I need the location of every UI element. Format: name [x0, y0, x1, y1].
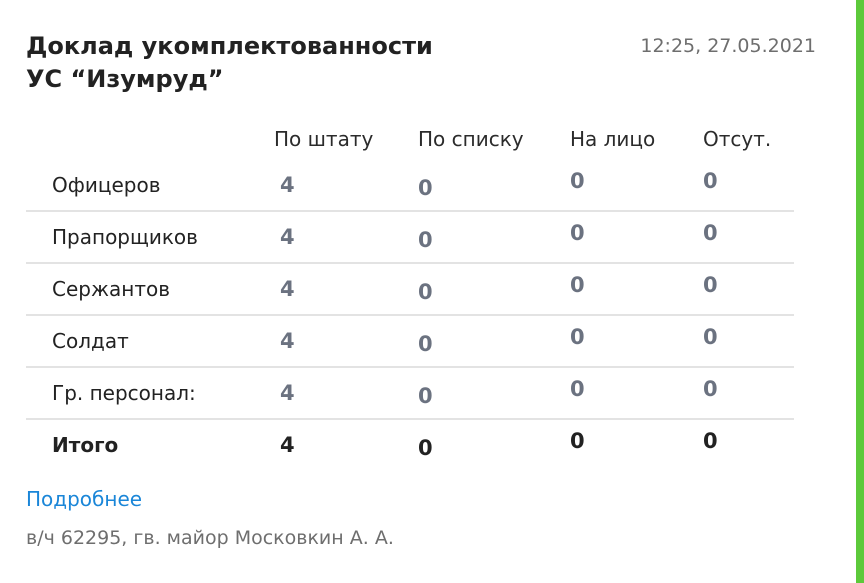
table-row: Прапорщиков 4 0 0 0 [26, 211, 794, 263]
table-row: Гр. персонал: 4 0 0 0 [26, 367, 794, 419]
header-by-list: По списку [418, 127, 524, 151]
header-absent: Отсут. [703, 127, 772, 151]
table-row: Солдат 4 0 0 0 [26, 315, 794, 367]
status-accent-bar [856, 0, 864, 583]
total-label: Итого [52, 433, 119, 457]
value-by-list: 0 [418, 228, 433, 252]
value-by-list: 0 [418, 176, 433, 200]
value-present: 0 [570, 273, 585, 297]
row-label: Гр. персонал: [52, 381, 196, 405]
total-by-list: 0 [418, 436, 433, 460]
value-present: 0 [570, 377, 585, 401]
header-present: На лицо [570, 127, 656, 151]
table-row: Сержантов 4 0 0 0 [26, 263, 794, 315]
value-present: 0 [570, 221, 585, 245]
report-title: Доклад укомплектованности УС “Изумруд” [26, 30, 546, 96]
staffing-table: По штату По списку На лицо Отсут. Офицер… [26, 118, 794, 470]
value-by-list: 0 [418, 280, 433, 304]
value-by-staff: 4 [280, 381, 295, 405]
total-by-staff: 4 [280, 433, 295, 457]
row-label: Офицеров [52, 173, 161, 197]
report-card: Доклад укомплектованности УС “Изумруд” 1… [0, 0, 856, 583]
value-by-list: 0 [418, 384, 433, 408]
row-label: Прапорщиков [52, 225, 198, 249]
row-label: Солдат [52, 329, 129, 353]
row-label: Сержантов [52, 277, 170, 301]
value-present: 0 [570, 325, 585, 349]
header-empty [26, 118, 274, 160]
table-row: Офицеров 4 0 0 0 [26, 160, 794, 211]
total-row: Итого 4 0 0 0 [26, 419, 794, 470]
value-by-staff: 4 [280, 277, 295, 301]
report-title-line-1: Доклад укомплектованности [26, 32, 433, 60]
report-title-line-2: УС “Изумруд” [26, 65, 224, 93]
value-absent: 0 [703, 325, 718, 349]
value-absent: 0 [703, 273, 718, 297]
signature-text: в/ч 62295, гв. майор Московкин А. А. [26, 527, 394, 549]
header-by-staff: По штату [274, 127, 374, 151]
value-by-staff: 4 [280, 329, 295, 353]
total-absent: 0 [703, 429, 718, 453]
details-link[interactable]: Подробнее [26, 487, 142, 511]
value-absent: 0 [703, 377, 718, 401]
value-by-list: 0 [418, 332, 433, 356]
total-present: 0 [570, 429, 585, 453]
value-absent: 0 [703, 169, 718, 193]
value-present: 0 [570, 169, 585, 193]
value-absent: 0 [703, 221, 718, 245]
value-by-staff: 4 [280, 173, 295, 197]
value-by-staff: 4 [280, 225, 295, 249]
report-timestamp: 12:25, 27.05.2021 [640, 35, 816, 57]
table-header-row: По штату По списку На лицо Отсут. [26, 118, 794, 160]
